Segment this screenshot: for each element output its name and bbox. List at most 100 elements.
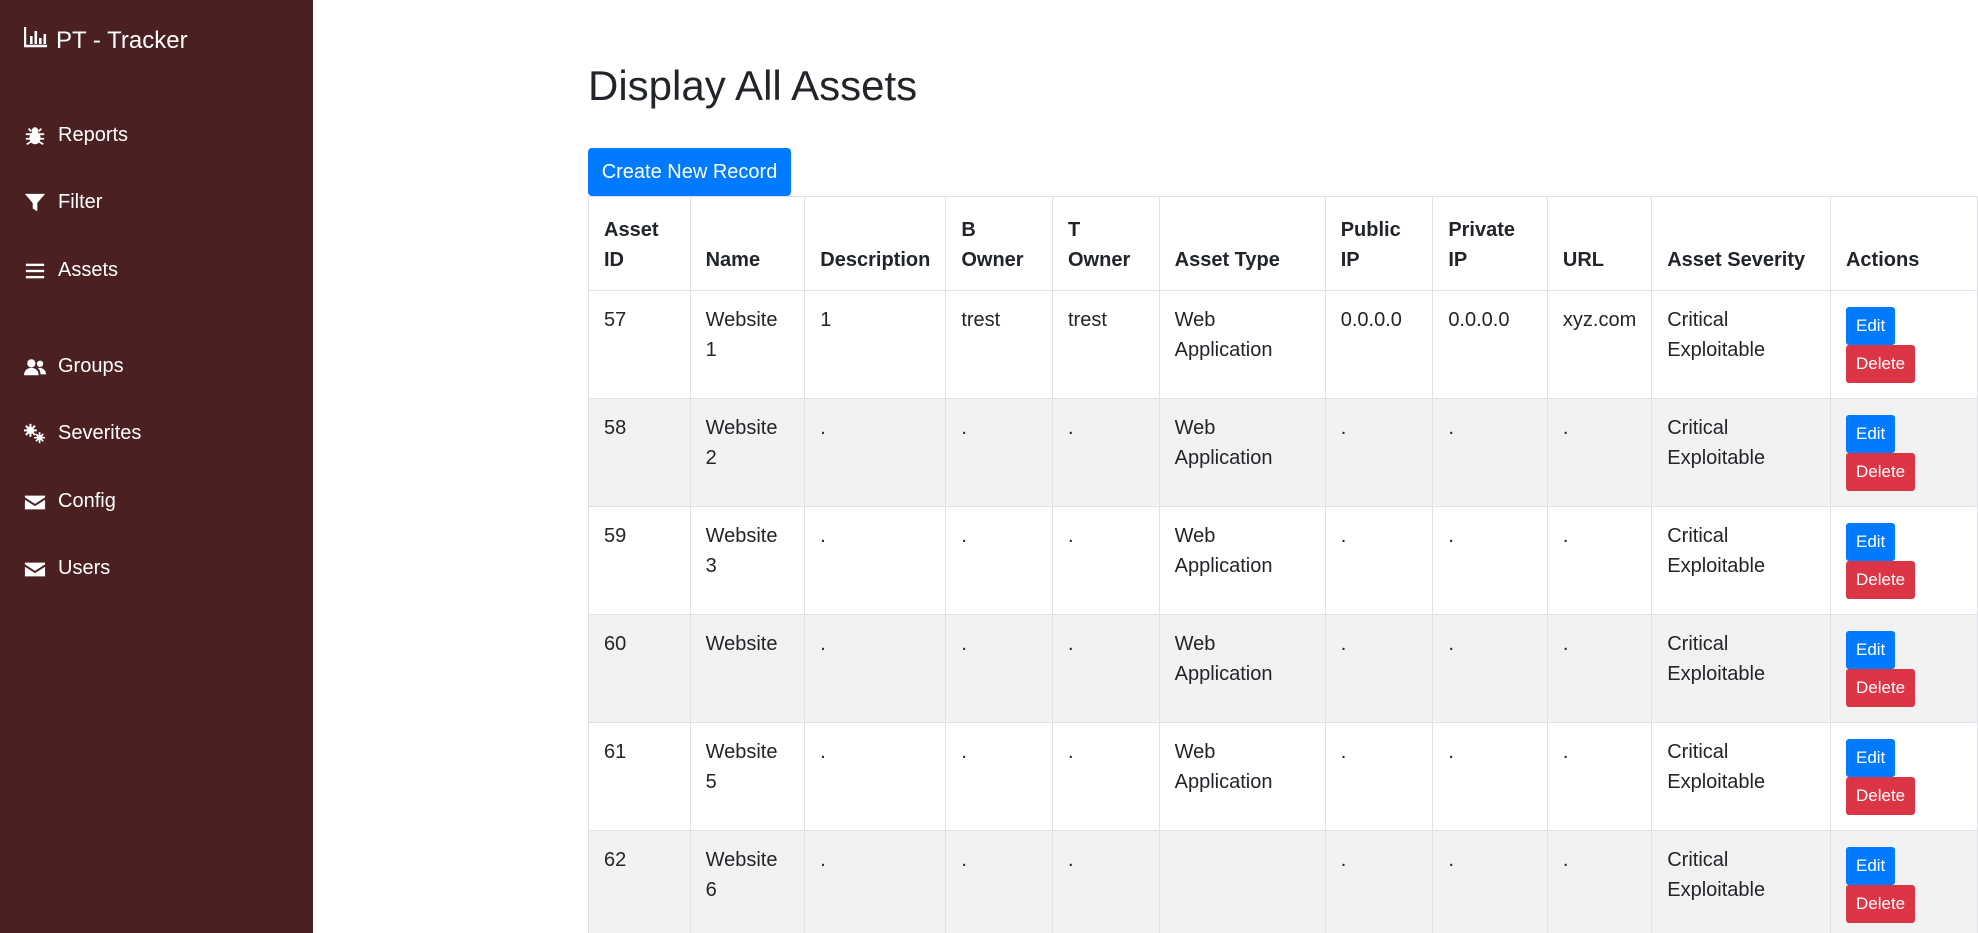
sidebar-item-users[interactable]: Users [24, 557, 110, 580]
cell-description: . [804, 506, 947, 615]
delete-button[interactable]: Delete [1845, 777, 1916, 815]
cell-b-owner: trest [945, 290, 1053, 399]
envelope-icon [24, 558, 46, 580]
sidebar-item-assets[interactable]: Assets [24, 259, 118, 282]
cell-description: . [804, 722, 947, 831]
cell-t-owner: trest [1051, 290, 1160, 399]
sidebar-item-reports[interactable]: Reports [24, 124, 128, 147]
delete-button[interactable]: Delete [1845, 669, 1916, 707]
cell-public-ip: 0.0.0.0 [1324, 290, 1434, 399]
cell-asset-id: 60 [588, 614, 691, 723]
delete-button[interactable]: Delete [1845, 885, 1916, 923]
cell-public-ip: . [1324, 830, 1434, 933]
bar-chart-icon [23, 26, 48, 55]
header-public-ip: Public IP [1324, 196, 1434, 291]
cell-private-ip: . [1432, 398, 1548, 507]
cell-url: . [1546, 614, 1653, 723]
cell-asset-type [1158, 830, 1326, 933]
cell-private-ip: . [1432, 722, 1548, 831]
cell-actions: Edit Delete [1829, 506, 1978, 615]
header-t-owner: T Owner [1051, 196, 1160, 291]
cell-asset-type: Web Application [1158, 398, 1326, 507]
cell-asset-severity: Critical Exploitable [1651, 614, 1831, 723]
assets-table: Asset ID Name Description B Owner T Owne… [588, 196, 1978, 933]
cell-asset-id: 61 [588, 722, 691, 831]
edit-button[interactable]: Edit [1845, 307, 1896, 345]
sidebar: PT - Tracker Reports Filter Assets Group… [0, 0, 313, 933]
cell-public-ip: . [1324, 722, 1434, 831]
header-asset-severity: Asset Severity [1651, 196, 1831, 291]
cell-actions: Edit Delete [1829, 722, 1978, 831]
cell-description: . [804, 398, 947, 507]
sidebar-item-config[interactable]: Config [24, 490, 116, 513]
cell-actions: Edit Delete [1829, 614, 1978, 723]
delete-button[interactable]: Delete [1845, 561, 1916, 599]
header-url: URL [1546, 196, 1653, 291]
header-actions: Actions [1829, 196, 1978, 291]
cell-url: . [1546, 722, 1653, 831]
cell-asset-severity: Critical Exploitable [1651, 290, 1831, 399]
sidebar-item-label: Assets [58, 259, 119, 281]
list-icon [24, 260, 46, 282]
cell-asset-severity: Critical Exploitable [1651, 830, 1831, 933]
cell-b-owner: . [945, 722, 1053, 831]
cell-b-owner: . [945, 614, 1053, 723]
cell-asset-type: Web Application [1158, 506, 1326, 615]
cell-url: . [1546, 398, 1653, 507]
cell-asset-id: 59 [588, 506, 691, 615]
edit-button[interactable]: Edit [1845, 739, 1896, 777]
cell-actions: Edit Delete [1829, 398, 1978, 507]
cell-description: . [804, 830, 947, 933]
create-new-record-button[interactable]: Create New Record [588, 148, 791, 196]
sidebar-item-label: Reports [58, 124, 129, 146]
table-row: 60 Website . . . Web Application . . . C… [588, 614, 1978, 723]
header-b-owner: B Owner [945, 196, 1053, 291]
cell-actions: Edit Delete [1829, 290, 1978, 399]
edit-button[interactable]: Edit [1845, 847, 1896, 885]
header-name: Name [689, 196, 806, 291]
cell-actions: Edit Delete [1829, 830, 1978, 933]
delete-button[interactable]: Delete [1845, 345, 1916, 383]
envelope-icon [24, 491, 46, 513]
cell-t-owner: . [1051, 614, 1160, 723]
delete-button[interactable]: Delete [1845, 453, 1916, 491]
cell-b-owner: . [945, 830, 1053, 933]
sidebar-item-label: Groups [58, 355, 124, 377]
bug-icon [24, 125, 46, 147]
cell-asset-type: Web Application [1158, 614, 1326, 723]
sidebar-item-groups[interactable]: Groups [24, 355, 124, 378]
table-row: 61 Website 5 . . . Web Application . . .… [588, 722, 1978, 831]
sidebar-item-label: Severites [58, 422, 142, 444]
sidebar-item-severites[interactable]: Severites [24, 422, 141, 445]
table-row: 58 Website 2 . . . Web Application . . .… [588, 398, 1978, 507]
cell-name: Website 2 [689, 398, 806, 507]
cell-asset-id: 62 [588, 830, 691, 933]
cell-t-owner: . [1051, 398, 1160, 507]
cell-asset-type: Web Application [1158, 722, 1326, 831]
cell-private-ip: . [1432, 830, 1548, 933]
cell-asset-severity: Critical Exploitable [1651, 722, 1831, 831]
cell-t-owner: . [1051, 722, 1160, 831]
cell-public-ip: . [1324, 398, 1434, 507]
cell-name: Website 6 [689, 830, 806, 933]
brand-title: PT - Tracker [56, 26, 188, 54]
edit-button[interactable]: Edit [1845, 631, 1896, 669]
cell-url: . [1546, 506, 1653, 615]
sidebar-item-filter[interactable]: Filter [24, 191, 102, 214]
cell-asset-type: Web Application [1158, 290, 1326, 399]
cell-public-ip: . [1324, 614, 1434, 723]
edit-button[interactable]: Edit [1845, 415, 1896, 453]
cell-asset-severity: Critical Exploitable [1651, 398, 1831, 507]
cell-asset-id: 57 [588, 290, 691, 399]
page-title: Display All Assets [588, 62, 918, 109]
brand[interactable]: PT - Tracker [23, 26, 188, 55]
filter-icon [24, 192, 46, 214]
header-description: Description [804, 196, 947, 291]
cell-name: Website 5 [689, 722, 806, 831]
cell-t-owner: . [1051, 830, 1160, 933]
table-row: 57 Website 1 1 trest trest Web Applicati… [588, 290, 1978, 399]
cell-t-owner: . [1051, 506, 1160, 615]
edit-button[interactable]: Edit [1845, 523, 1896, 561]
cell-name: Website 3 [689, 506, 806, 615]
table-row: 59 Website 3 . . . Web Application . . .… [588, 506, 1978, 615]
